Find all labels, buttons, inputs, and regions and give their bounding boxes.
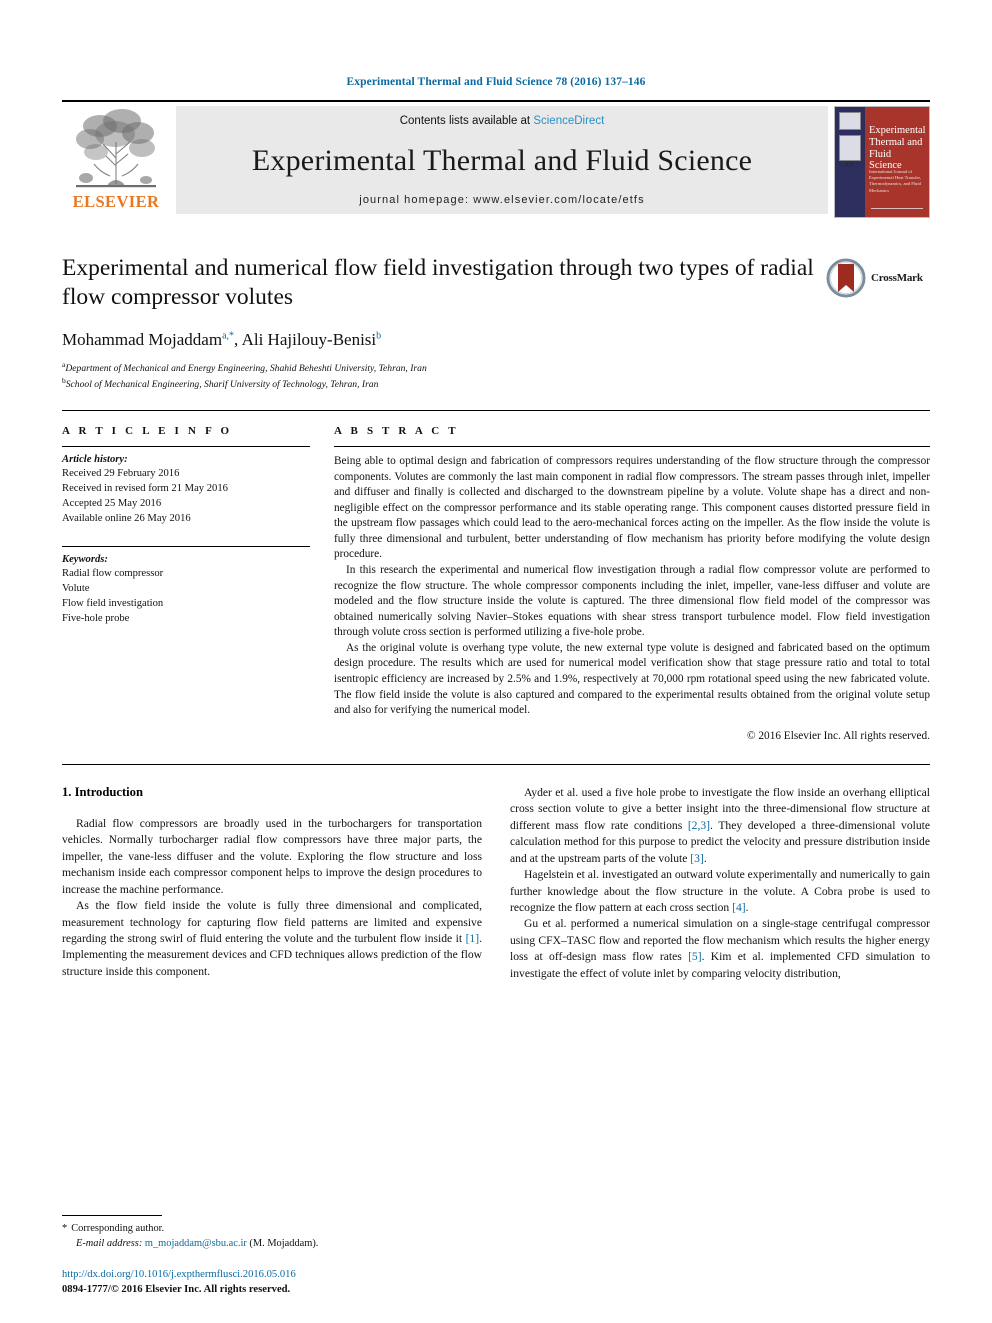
title-block: Experimental and numerical flow field in…: [62, 254, 930, 392]
running-head: Experimental Thermal and Fluid Science 7…: [346, 76, 646, 88]
cover-journal-subtitle: International Journal of Experimental He…: [869, 169, 921, 193]
article-history-item: Received 29 February 2016: [62, 467, 180, 479]
keyword-item: Volute: [62, 583, 90, 595]
section-heading-introduction: 1. Introduction: [62, 784, 143, 799]
contents-available-line: Contents lists available at ScienceDirec…: [400, 115, 605, 127]
abstract-paragraph: As the original volute is overhang type …: [334, 641, 930, 717]
author-name-1: Mohammad Mojaddam: [62, 329, 223, 349]
cover-badge-etf-icon: [839, 135, 861, 161]
abstract-rule: [334, 445, 930, 447]
page-footnote: * Corresponding author. E-mail address: m…: [62, 1214, 486, 1297]
article-page: Experimental Thermal and Fluid Science 7…: [0, 0, 992, 1323]
crossmark-label: CrossMark: [871, 272, 923, 284]
abstract-body: Being able to optimal design and fabrica…: [334, 454, 930, 719]
keywords-label: Keywords:: [62, 554, 108, 566]
author-marker-2[interactable]: b: [376, 330, 381, 341]
abstract-paragraph: Being able to optimal design and fabrica…: [334, 454, 930, 561]
affiliation-b: bSchool of Mechanical Engineering, Shari…: [62, 376, 818, 392]
doi-link[interactable]: http://dx.doi.org/10.1016/j.expthermflus…: [62, 1267, 486, 1282]
article-history-item: Accepted 25 May 2016: [62, 498, 162, 510]
affiliation-text-a: Department of Mechanical and Energy Engi…: [65, 362, 427, 374]
author-name-2: Ali Hajilouy-Benisi: [241, 329, 377, 349]
citation-ref[interactable]: [1]: [466, 932, 480, 945]
email-note: E-mail address: m_mojaddam@sbu.ac.ir (M.…: [62, 1236, 486, 1252]
body-paragraph: Ayder et al. used a five hole probe to i…: [510, 785, 930, 865]
body-column-left: 1. Introduction Radial flow compressors …: [62, 785, 482, 982]
body-columns: 1. Introduction Radial flow compressors …: [62, 763, 930, 982]
cover-badge-top-icon: [839, 112, 861, 130]
body-paragraph: Gu et al. performed a numerical simulati…: [510, 917, 930, 980]
affiliation-a: aDepartment of Mechanical and Energy Eng…: [62, 360, 818, 376]
keyword-item: Radial flow compressor: [62, 568, 164, 580]
cover-footer-rule: [871, 208, 923, 209]
article-history-label: Article history:: [62, 453, 128, 465]
footnote-rule: [62, 1214, 162, 1216]
body-paragraph: Radial flow compressors are broadly used…: [62, 816, 482, 896]
abstract-heading: A B S T R A C T: [334, 424, 459, 437]
journal-title: Experimental Thermal and Fluid Science: [251, 143, 753, 177]
body-paragraph: As the flow field inside the volute is f…: [62, 899, 482, 978]
page-title: Experimental and numerical flow field in…: [62, 255, 814, 310]
elsevier-tree-icon: [76, 109, 156, 188]
article-info-heading: A R T I C L E I N F O: [62, 424, 233, 437]
info-abstract-band: A R T I C L E I N F O Article history: R…: [62, 409, 930, 742]
abstract-paragraph: In this research the experimental and nu…: [334, 564, 930, 639]
article-info-rule: [62, 445, 310, 447]
citation-ref[interactable]: [2,3]: [688, 819, 710, 832]
keyword-item: Five-hole probe: [62, 613, 130, 625]
keyword-item: Flow field investigation: [62, 598, 164, 610]
abstract-copyright: © 2016 Elsevier Inc. All rights reserved…: [746, 729, 930, 742]
keywords-rule: [62, 546, 310, 548]
journal-homepage-link[interactable]: journal homepage: www.elsevier.com/locat…: [359, 194, 644, 206]
elsevier-logo: ELSEVIER: [62, 102, 170, 220]
crossmark-badge[interactable]: CrossMark: [826, 256, 930, 300]
journal-cover-thumbnail: ETF Experimental Thermal and Fluid Scien…: [834, 106, 930, 218]
citation-ref[interactable]: [3]: [690, 852, 704, 865]
article-info-column: A R T I C L E I N F O Article history: R…: [62, 425, 310, 742]
body-paragraph: Hagelstein et al. investigated an outwar…: [510, 868, 930, 914]
citation-ref[interactable]: [5]: [688, 950, 702, 963]
elsevier-wordmark: ELSEVIER: [72, 192, 160, 211]
crossmark-icon: [826, 258, 866, 298]
issn-copyright-line: 0894-1777/© 2016 Elsevier Inc. All right…: [62, 1283, 291, 1295]
corresponding-author-marker: *: [62, 1222, 68, 1234]
email-label: E-mail address:: [76, 1238, 143, 1250]
author-list: Mohammad Mojaddama,*, Ali Hajilouy-Benis…: [62, 330, 818, 350]
body-column-right: Ayder et al. used a five hole probe to i…: [510, 785, 930, 982]
article-history-item: Received in revised form 21 May 2016: [62, 483, 228, 494]
doi-block: http://dx.doi.org/10.1016/j.expthermflus…: [62, 1267, 486, 1297]
email-owner: (M. Mojaddam).: [249, 1238, 319, 1250]
affiliation-list: aDepartment of Mechanical and Energy Eng…: [62, 360, 818, 392]
sciencedirect-link[interactable]: ScienceDirect: [533, 115, 604, 127]
cover-etf-label: ETF: [845, 163, 855, 168]
author-separator: ,: [234, 329, 242, 349]
citation-ref[interactable]: [4]: [732, 901, 746, 914]
journal-masthead: ELSEVIER Contents lists available at Sci…: [62, 100, 930, 220]
abstract-column: A B S T R A C T Being able to optimal de…: [334, 425, 930, 742]
corresponding-author-label: Corresponding author.: [71, 1222, 165, 1234]
email-link[interactable]: m_mojaddam@sbu.ac.ir: [145, 1238, 247, 1249]
corresponding-author-note: * Corresponding author.: [62, 1221, 486, 1237]
article-history-item: Available online 26 May 2016: [62, 513, 191, 525]
masthead-center: Contents lists available at ScienceDirec…: [176, 106, 828, 214]
contents-prefix: Contents lists available at: [399, 115, 534, 127]
affiliation-text-b: School of Mechanical Engineering, Sharif…: [65, 379, 379, 391]
author-marker-1[interactable]: a,*: [222, 330, 234, 341]
cover-journal-title: Experimental Thermal and Fluid Science: [869, 125, 926, 172]
